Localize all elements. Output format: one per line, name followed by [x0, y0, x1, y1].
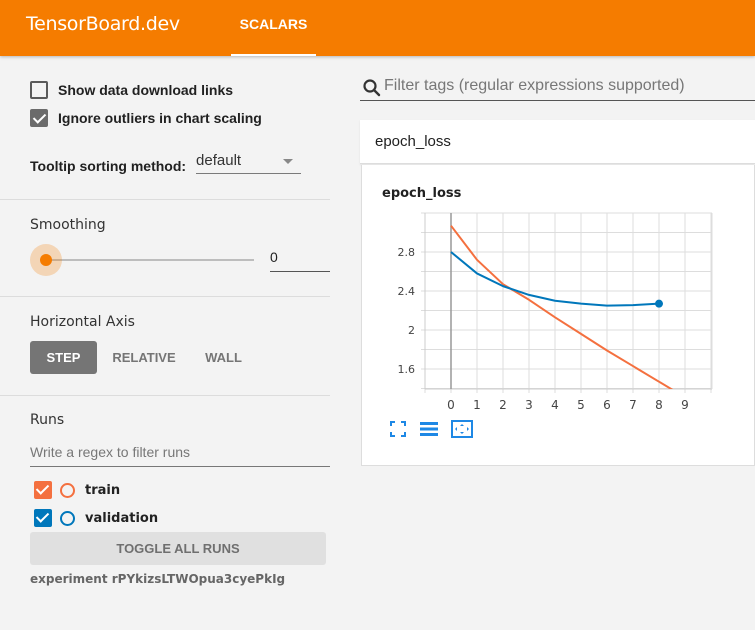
- category-title: epoch_loss: [375, 133, 451, 150]
- x-tick-label: 0: [447, 398, 455, 412]
- top-app-bar: TensorBoard.dev SCALARS: [0, 0, 755, 56]
- show-download-links-checkbox[interactable]: [30, 81, 48, 99]
- experiment-label[interactable]: experiment rPYkizsLTWOpua3cyePkIg: [30, 572, 285, 586]
- series-line-train: [450, 225, 674, 389]
- category-header[interactable]: epoch_loss: [360, 120, 755, 164]
- runs-title: Runs: [30, 412, 65, 428]
- show-download-links-label: Show data download links: [58, 82, 234, 98]
- tooltip-sorting-select[interactable]: default: [196, 152, 302, 174]
- tag-filter-input[interactable]: Filter tags (regular expressions support…: [360, 74, 755, 101]
- toggle-all-runs-button[interactable]: TOGGLE ALL RUNS: [30, 532, 326, 565]
- smoothing-slider-handle[interactable]: [40, 254, 52, 266]
- run-validation-checkbox[interactable]: [34, 509, 52, 527]
- run-item-train[interactable]: train: [34, 481, 120, 499]
- x-tick-label: 1: [473, 398, 481, 412]
- tab-label: SCALARS: [239, 16, 308, 32]
- tooltip-sorting-row: Tooltip sorting method: default: [30, 152, 302, 174]
- options-section: [0, 56, 330, 200]
- sidebar: Show data download links Ignore outliers…: [0, 56, 330, 630]
- run-train-color-circle-icon[interactable]: [60, 482, 75, 498]
- x-tick-label: 4: [551, 398, 559, 412]
- toggle-log-scale-icon[interactable]: [419, 420, 439, 438]
- y-tick-label: 2.8: [398, 246, 416, 259]
- run-train-checkbox[interactable]: [34, 481, 52, 499]
- axis-wall-button[interactable]: WALL: [196, 341, 251, 374]
- smoothing-slider-track[interactable]: [46, 259, 254, 261]
- axis-relative-button[interactable]: RELATIVE: [106, 341, 182, 374]
- x-tick-label: 7: [629, 398, 637, 412]
- tag-filter-placeholder: Filter tags (regular expressions support…: [384, 77, 685, 94]
- tooltip-sorting-value: default: [196, 152, 242, 169]
- x-tick-label: 2: [499, 398, 507, 412]
- run-item-validation[interactable]: validation: [34, 509, 158, 527]
- run-validation-label: validation: [85, 510, 159, 526]
- smoothing-title: Smoothing: [30, 217, 106, 233]
- fullscreen-icon[interactable]: [389, 420, 407, 438]
- chart-actions: [389, 420, 473, 438]
- runs-filter-input[interactable]: Write a regex to filter runs: [30, 444, 330, 467]
- y-tick-label: 1.6: [398, 363, 416, 376]
- ignore-outliers-option[interactable]: Ignore outliers in chart scaling: [30, 109, 262, 127]
- fit-domain-icon[interactable]: [451, 420, 473, 438]
- search-icon: [363, 79, 381, 97]
- y-tick-label: 2: [408, 324, 415, 337]
- dropdown-caret-icon: [283, 159, 294, 164]
- ignore-outliers-checkbox[interactable]: [30, 109, 48, 127]
- x-tick-label: 5: [577, 398, 585, 412]
- run-train-label: train: [85, 482, 121, 498]
- ignore-outliers-label: Ignore outliers in chart scaling: [58, 110, 262, 126]
- smoothing-value-input[interactable]: 0: [270, 249, 330, 272]
- tooltip-sorting-label: Tooltip sorting method:: [30, 158, 187, 174]
- x-tick-label: 6: [603, 398, 611, 412]
- horizontal-axis-title: Horizontal Axis: [30, 314, 135, 330]
- axis-step-button[interactable]: STEP: [30, 341, 97, 374]
- scalar-chart-card: epoch_loss 0 1 2 3 4 5 6 7 8 9 1.6 2 2.4 2.8: [361, 165, 755, 466]
- line-chart[interactable]: 0 1 2 3 4 5 6 7 8 9 1.6 2 2.4 2.8: [362, 165, 755, 415]
- series-endpoint-validation: [655, 299, 663, 308]
- show-download-links-option[interactable]: Show data download links: [30, 81, 233, 99]
- x-tick-label: 8: [655, 398, 663, 412]
- brand-logo[interactable]: TensorBoard.dev: [26, 13, 180, 35]
- tab-scalars[interactable]: SCALARS: [231, 0, 316, 56]
- run-validation-color-circle-icon[interactable]: [60, 510, 75, 526]
- x-tick-label: 3: [525, 398, 533, 412]
- y-tick-label: 2.4: [398, 285, 416, 298]
- x-tick-label: 9: [681, 398, 689, 412]
